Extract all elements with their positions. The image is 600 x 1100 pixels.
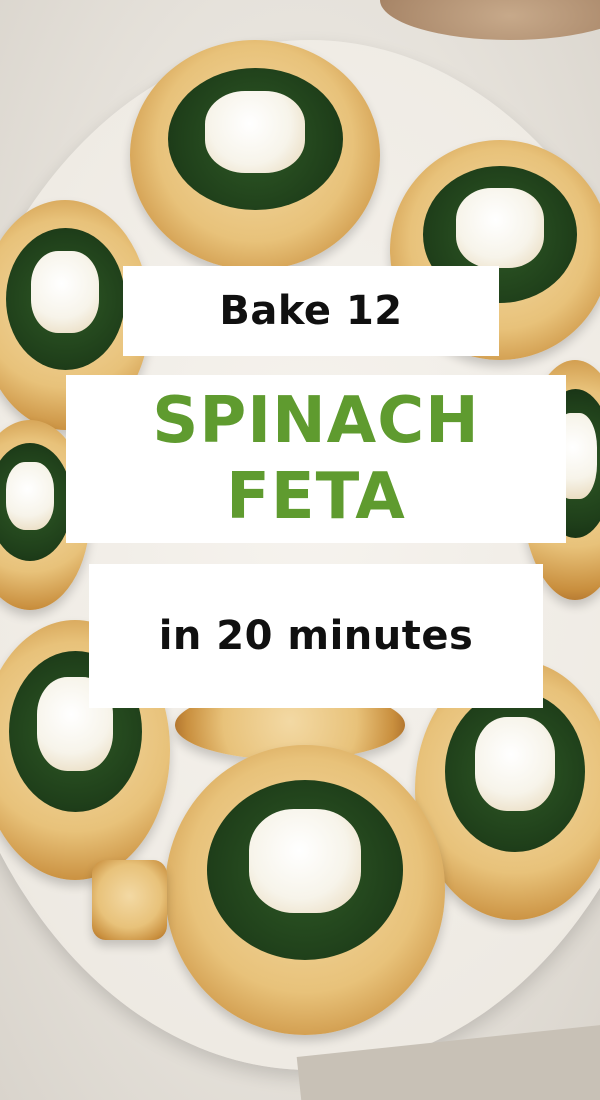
feta-topping <box>249 808 361 914</box>
headline-feta: FETA <box>226 460 406 534</box>
feta-topping <box>475 717 555 811</box>
background-bowl <box>380 0 600 40</box>
recipe-pin-image: Bake 12 SPINACH FETA in 20 minutes <box>0 0 600 1100</box>
pastry-bite <box>165 745 445 1035</box>
pastry-bite <box>130 40 380 270</box>
title-card-top: Bake 12 <box>123 266 499 356</box>
title-card-main: SPINACH FETA <box>66 375 566 543</box>
headline-spinach: SPINACH <box>152 384 480 458</box>
headline-time: in 20 minutes <box>158 613 474 659</box>
headline-bake-count: Bake 12 <box>219 288 403 334</box>
pastry-crumb <box>92 860 167 940</box>
feta-topping <box>456 188 544 268</box>
title-card-bottom: in 20 minutes <box>89 564 543 708</box>
feta-topping <box>205 90 305 174</box>
feta-topping <box>31 250 99 334</box>
feta-topping <box>6 461 54 531</box>
